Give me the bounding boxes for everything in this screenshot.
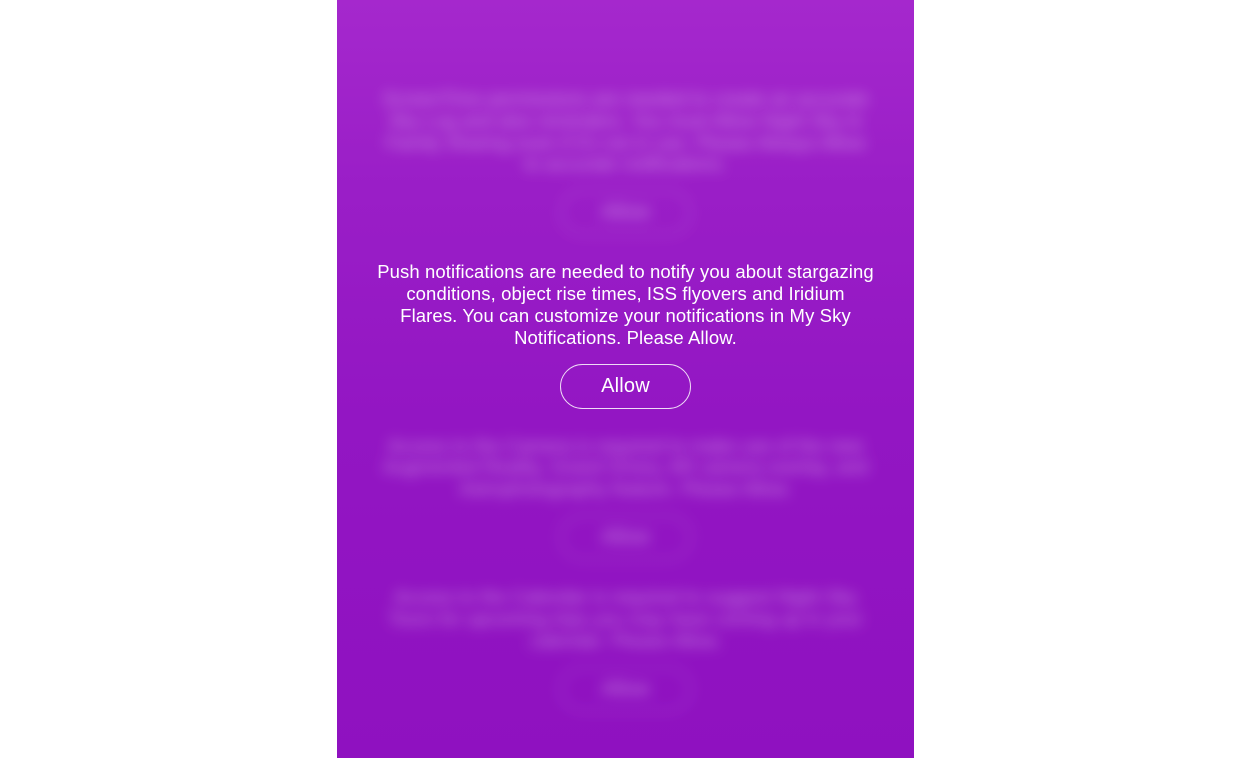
allow-button-notifications[interactable]: Allow: [560, 364, 691, 409]
permission-text-calendar: Access to the Calendar is required to su…: [377, 586, 874, 651]
permission-text-camera: Access to the Camera is required to make…: [377, 435, 874, 500]
permission-section-calendar: Access to the Calendar is required to su…: [337, 578, 914, 729]
permission-text-notifications: Push notifications are needed to notify …: [377, 261, 874, 348]
allow-button-screentime[interactable]: Allow: [560, 190, 691, 235]
permission-section-screentime: ScreenTime permissions are needed to cre…: [337, 80, 914, 253]
permissions-screen: ScreenTime permissions are needed to cre…: [337, 0, 914, 758]
permission-text-screentime: ScreenTime permissions are needed to cre…: [377, 88, 874, 175]
permission-section-camera: Access to the Camera is required to make…: [337, 427, 914, 578]
allow-button-calendar[interactable]: Allow: [560, 667, 691, 712]
permission-section-notifications: Push notifications are needed to notify …: [337, 253, 914, 426]
allow-button-camera[interactable]: Allow: [560, 515, 691, 560]
